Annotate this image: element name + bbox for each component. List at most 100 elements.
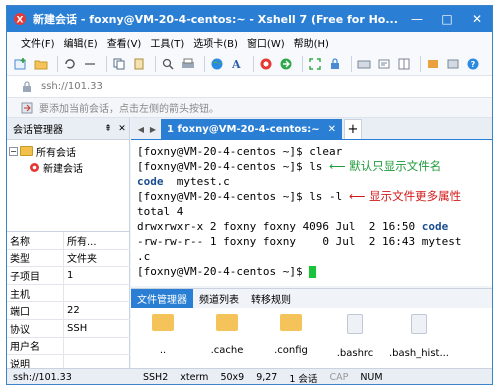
table-row: 主机 bbox=[7, 284, 130, 303]
plugin-icon[interactable] bbox=[425, 56, 441, 72]
folder-icon bbox=[20, 146, 33, 156]
tab-channel-list[interactable]: 频道列表 bbox=[193, 289, 245, 309]
close-panel-icon[interactable]: ✕ bbox=[115, 124, 129, 134]
file-manager: .. .cache .config .bashrc .bash_hist... bbox=[131, 308, 492, 368]
terminal-line: total 4 bbox=[137, 205, 184, 218]
window-title: 新建会话 - foxny@VM-20-4-centos:~ - Xshell 7… bbox=[33, 13, 398, 26]
tab-session-1[interactable]: 1 foxny@VM-20-4-centos:~ ✕ bbox=[161, 119, 342, 139]
tab-transfer-rules[interactable]: 转移规则 bbox=[245, 289, 297, 309]
compose-icon[interactable] bbox=[376, 56, 392, 72]
copy-icon[interactable] bbox=[111, 56, 127, 72]
xftp-icon[interactable] bbox=[258, 56, 274, 72]
close-window-button[interactable]: ✕ bbox=[462, 6, 492, 32]
terminal-area[interactable]: [foxny@VM-20-4-centos ~]$ clear [foxny@V… bbox=[131, 140, 492, 286]
menu-edit[interactable]: 编辑(E) bbox=[64, 35, 98, 50]
globe-icon[interactable] bbox=[209, 56, 225, 72]
session-tabs: ◀ ▶ 1 foxny@VM-20-4-centos:~ ✕ + bbox=[131, 118, 492, 140]
tree-item-new-session[interactable]: 新建会话 bbox=[7, 159, 129, 175]
reconnect-icon[interactable] bbox=[62, 56, 78, 72]
file-name: .. bbox=[159, 345, 167, 356]
terminal-line: .c bbox=[137, 250, 151, 263]
maximize-button[interactable]: □ bbox=[432, 6, 462, 32]
table-row: 类型 文件夹 bbox=[7, 249, 130, 268]
tree-item-all-sessions[interactable]: − 所有会话 bbox=[7, 143, 129, 159]
paste-icon[interactable] bbox=[131, 56, 147, 72]
menu-tabs[interactable]: 选项卡(B) bbox=[193, 35, 238, 50]
svg-text:A: A bbox=[231, 58, 241, 71]
table-row: 名称 所有... bbox=[7, 232, 130, 250]
status-terminal: xterm bbox=[180, 372, 209, 383]
add-tab-button[interactable]: + bbox=[343, 119, 362, 139]
font-icon[interactable]: A bbox=[229, 56, 245, 72]
folder-icon bbox=[280, 314, 302, 331]
list-item[interactable]: .. bbox=[131, 308, 195, 368]
tile-icon[interactable] bbox=[396, 56, 412, 72]
minimize-button[interactable]: — bbox=[402, 6, 432, 32]
close-tab-icon[interactable]: ✕ bbox=[328, 124, 336, 135]
hint-bar: 要添加当前会话，点击左侧的箭头按钮。 bbox=[7, 98, 492, 118]
help-icon[interactable]: ? bbox=[465, 56, 481, 72]
annotation-note: ⟵ 默认只显示文件名 bbox=[329, 159, 442, 173]
toolbar: A ? bbox=[7, 52, 492, 76]
pin-icon[interactable]: ⇞ bbox=[101, 124, 115, 134]
tab-file-manager[interactable]: 文件管理器 bbox=[131, 288, 193, 309]
terminal-line: [foxny@VM-20-4-centos ~]$ clear bbox=[137, 145, 343, 158]
status-protocol: SSH2 bbox=[143, 372, 169, 383]
arrow-icon[interactable] bbox=[21, 102, 33, 114]
tab-scroll-right-icon[interactable]: ▶ bbox=[147, 119, 159, 139]
disconnect-icon[interactable] bbox=[82, 56, 98, 72]
properties-table: 名称 所有... 类型 文件夹 子项目 1 主机 端口 22 协议 SSH 用户名 说明 bbox=[7, 231, 130, 373]
status-num: NUM bbox=[360, 372, 383, 383]
status-size: 50x9 bbox=[220, 372, 245, 383]
xshell-app-icon: X bbox=[14, 13, 26, 26]
hint-text: 要添加当前会话，点击左侧的箭头按钮。 bbox=[39, 104, 219, 115]
folder-icon bbox=[152, 314, 174, 331]
lock-icon[interactable] bbox=[327, 56, 343, 72]
status-position: 9,27 bbox=[256, 372, 278, 383]
table-row: 端口 22 bbox=[7, 302, 130, 320]
find-icon[interactable] bbox=[160, 56, 176, 72]
menu-file[interactable]: 文件(F) bbox=[21, 35, 55, 50]
status-address: ssh://101.33 bbox=[13, 372, 72, 383]
terminal-line: code mytest.c bbox=[137, 175, 230, 188]
menu-help[interactable]: 帮助(H) bbox=[294, 35, 329, 50]
table-row: 用户名 bbox=[7, 337, 130, 356]
session-tree: − 所有会话 新建会话 bbox=[7, 140, 129, 228]
folder-icon bbox=[216, 314, 238, 331]
status-caps: CAP bbox=[329, 372, 349, 383]
menu-tools[interactable]: 工具(T) bbox=[150, 35, 184, 50]
terminal-line: [foxny@VM-20-4-centos ~]$ ls ⟵ 默认只显示文件名 bbox=[137, 159, 442, 173]
terminal-cursor bbox=[309, 266, 317, 278]
tab-label: 1 foxny@VM-20-4-centos:~ bbox=[167, 123, 320, 135]
file-icon bbox=[411, 314, 427, 334]
title-bar: X 新建会话 - foxny@VM-20-4-centos:~ - Xshell… bbox=[7, 6, 492, 32]
list-item[interactable]: .cache bbox=[195, 308, 259, 368]
terminal-line: drwxrwxr-x 2 foxny foxny 4096 Jul 2 16:5… bbox=[137, 220, 449, 233]
print-icon[interactable] bbox=[180, 56, 196, 72]
transfer-icon[interactable] bbox=[278, 56, 294, 72]
collapse-icon[interactable]: − bbox=[9, 146, 18, 156]
tab-scroll-left-icon[interactable]: ◀ bbox=[135, 119, 147, 139]
status-sessions: 1 会话 bbox=[289, 373, 318, 385]
xshell-window: X 新建会话 - foxny@VM-20-4-centos:~ - Xshell… bbox=[6, 5, 493, 385]
keyboard-icon[interactable] bbox=[356, 56, 372, 72]
session-manager-title: 会话管理器 bbox=[13, 125, 63, 136]
list-item[interactable]: .bashrc bbox=[323, 308, 387, 368]
svg-text:?: ? bbox=[471, 60, 476, 69]
fullscreen-icon[interactable] bbox=[307, 56, 323, 72]
file-name: .bash_hist... bbox=[389, 348, 449, 359]
terminal-line: -rw-rw-r-- 1 foxny foxny 0 Jul 2 16:43 m… bbox=[137, 235, 462, 248]
menu-view[interactable]: 查看(V) bbox=[107, 35, 142, 50]
terminal-line: [foxny@VM-20-4-centos ~]$ ls -l ⟵ 显示文件更多… bbox=[137, 189, 462, 203]
list-item[interactable]: .bash_hist... bbox=[387, 308, 451, 368]
terminal-line: [foxny@VM-20-4-centos ~]$ bbox=[137, 264, 492, 279]
open-folder-icon[interactable] bbox=[33, 56, 49, 72]
address-input[interactable]: ssh://101.33 bbox=[41, 81, 103, 92]
new-session-icon[interactable] bbox=[13, 56, 29, 72]
menu-window[interactable]: 窗口(W) bbox=[247, 35, 285, 50]
session-manager-panel: 会话管理器 ⇞ ✕ − 所有会话 新建会话 名称 所有... 类型 文件夹 子项目 1… bbox=[7, 118, 130, 373]
layout-icon[interactable] bbox=[445, 56, 461, 72]
list-item[interactable]: .config bbox=[259, 308, 323, 368]
svg-text:X: X bbox=[17, 16, 24, 26]
session-icon bbox=[30, 162, 39, 172]
